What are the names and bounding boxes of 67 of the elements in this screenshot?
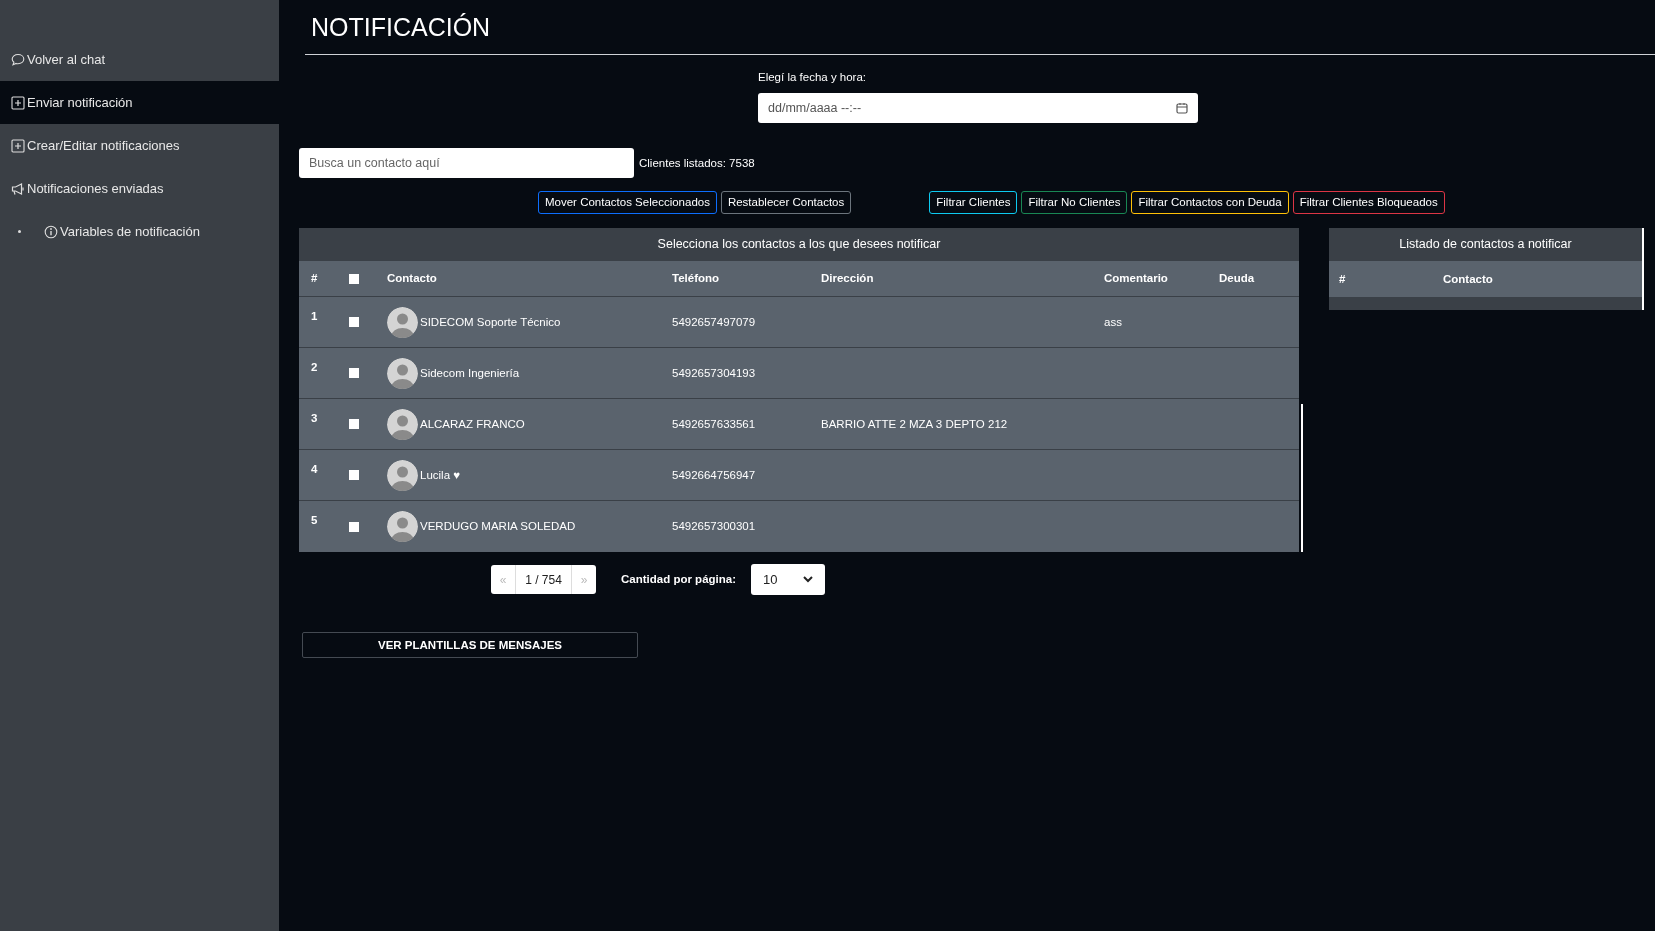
- field-label: Elegí la fecha y hora:: [758, 70, 868, 85]
- contact-name: Sidecom Ingeniería: [420, 365, 520, 381]
- megaphone-icon: [11, 181, 25, 196]
- phone-number: 5492657304193: [672, 366, 756, 379]
- phone-number: 5492664756947: [672, 468, 756, 481]
- row-number: 4: [311, 463, 318, 476]
- per-page-select[interactable]: 10: [751, 564, 825, 596]
- column-header: Contacto: [1443, 272, 1493, 285]
- phone-number: 5492657497079: [672, 315, 756, 328]
- search-field[interactable]: Busca un contacto aquí: [299, 148, 634, 179]
- checkbox[interactable]: [349, 521, 359, 532]
- avatar-icon: [387, 357, 418, 389]
- sidebar-item[interactable]: Crear/Editar notificaciones: [0, 124, 279, 167]
- column-header: Dirección: [821, 272, 874, 285]
- row-number: 3: [311, 412, 318, 425]
- table-title: Selecciona los contactos a los que desees notificar: [299, 228, 1299, 262]
- chat-bubble-icon: [11, 52, 25, 67]
- column-header: Contacto: [387, 272, 437, 285]
- filter-button[interactable]: Filtrar No Clientes: [1021, 191, 1128, 215]
- sidebar-item[interactable]: Volver al chat: [0, 38, 279, 81]
- sidebar-item[interactable]: Enviar notificación: [0, 81, 279, 124]
- plus-square-icon: [11, 95, 25, 110]
- comment-text: ass: [1104, 315, 1122, 328]
- panel-title: Listado de contactos a notificar: [1398, 236, 1573, 254]
- action-button[interactable]: Restablecer Contactos: [720, 191, 852, 215]
- action-button[interactable]: Mover Contactos Seleccionados: [538, 191, 717, 215]
- column-header: Comentario: [1104, 272, 1168, 285]
- column-header: #: [1339, 272, 1346, 285]
- page-title: NOTIFICACIÓN: [305, 12, 1655, 55]
- sidebar-item[interactable]: Variables de notificación: [44, 221, 200, 242]
- chevron-down-icon: [803, 576, 813, 584]
- checkbox[interactable]: [349, 368, 359, 379]
- calendar-icon: [1176, 102, 1188, 115]
- column-header: #: [311, 272, 318, 285]
- avatar-icon: [387, 408, 418, 440]
- checkbox[interactable]: [349, 273, 359, 284]
- avatar-icon: [387, 306, 418, 338]
- avatar-icon: [387, 459, 418, 491]
- contact-name: SIDECOM Soporte Técnico: [420, 314, 561, 330]
- checkbox[interactable]: [349, 317, 359, 328]
- checkbox[interactable]: [349, 470, 359, 481]
- avatar-icon: [387, 511, 418, 543]
- sidebar-item[interactable]: Notificaciones enviadas: [0, 167, 279, 210]
- phone-number: 5492657300301: [672, 520, 756, 533]
- address-text: BARRIO ATTE 2 MZA 3 DEPTO 212: [821, 417, 1008, 430]
- filter-button[interactable]: Filtrar Clientes: [929, 191, 1018, 215]
- column-header: Deuda: [1219, 272, 1255, 285]
- datetime-field[interactable]: dd/mm/aaaa --:--: [758, 93, 1198, 124]
- per-page-label: Cantidad por página:: [621, 572, 736, 588]
- filter-button[interactable]: Filtrar Contactos con Deuda: [1131, 191, 1289, 215]
- templates-button[interactable]: VER PLANTILLAS DE MENSAJES: [302, 632, 638, 659]
- row-number: 5: [311, 514, 318, 527]
- row-number: 1: [311, 310, 318, 323]
- contact-name: Lucila ♥: [420, 467, 461, 483]
- plus-square-icon: [11, 138, 25, 153]
- page-indicator: 1 / 754: [524, 571, 563, 589]
- row-number: 2: [311, 361, 318, 374]
- scrollbar[interactable]: [1301, 404, 1303, 553]
- column-header: Teléfono: [672, 272, 720, 285]
- contact-name: ALCARAZ FRANCO: [420, 416, 525, 432]
- bullet-icon: [18, 230, 21, 233]
- phone-number: 5492657633561: [672, 417, 756, 430]
- contact-name: VERDUGO MARIA SOLEDAD: [420, 519, 576, 535]
- filter-button[interactable]: Filtrar Clientes Bloqueados: [1292, 191, 1445, 215]
- checkbox[interactable]: [349, 419, 359, 430]
- clients-count: Clientes listados: 7538: [639, 155, 755, 171]
- info-circle-icon: [44, 224, 58, 239]
